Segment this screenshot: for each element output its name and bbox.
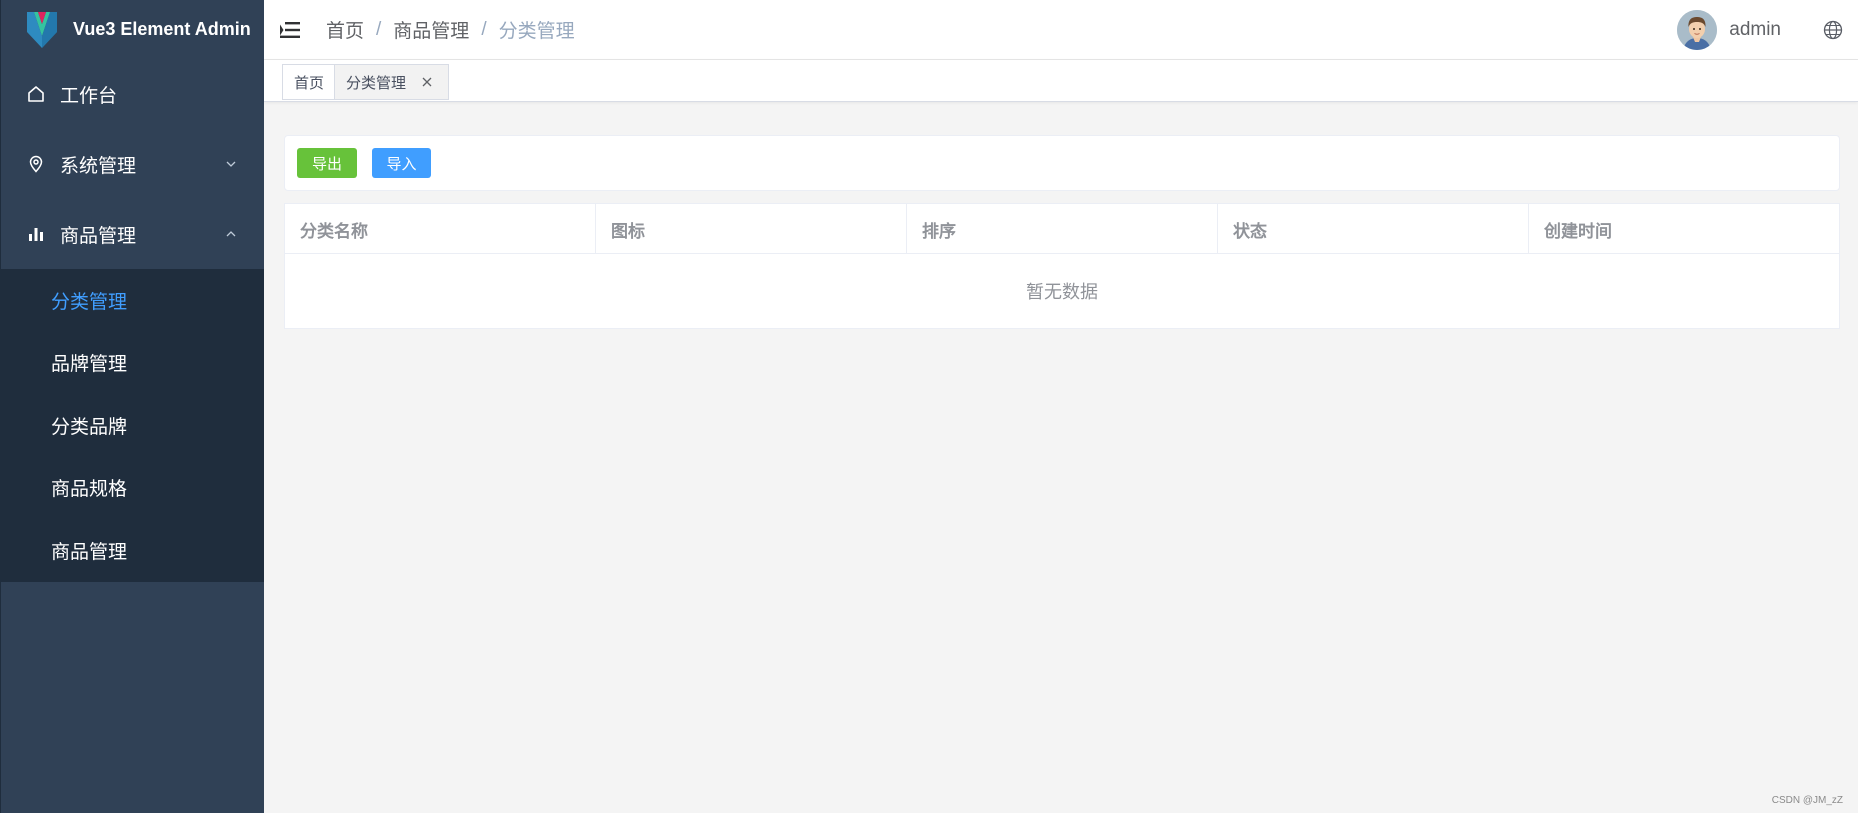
import-button[interactable]: 导入 — [372, 148, 431, 178]
breadcrumb-separator: / — [481, 18, 487, 40]
watermark: CSDN @JM_zZ — [1771, 795, 1843, 806]
chevron-down-icon — [224, 157, 238, 171]
submenu-item-label: 商品规格 — [51, 479, 128, 501]
close-icon[interactable] — [420, 75, 434, 89]
column-header-icon[interactable]: 图标 — [596, 204, 907, 254]
column-header-status[interactable]: 状态 — [1218, 204, 1529, 254]
location-icon — [26, 154, 46, 174]
export-button[interactable]: 导出 — [297, 148, 357, 178]
logo[interactable]: Vue3 Element Admin — [1, 0, 264, 59]
sidebar-item-label: 工作台 — [60, 85, 118, 107]
empty-text: 暂无数据 — [1026, 282, 1098, 302]
submenu-item-spec[interactable]: 商品规格 — [1, 457, 264, 520]
sidebar: Vue3 Element Admin 工作台 系统管理 商品管理 分类管理 品牌… — [0, 0, 264, 813]
breadcrumb-separator: / — [376, 18, 382, 40]
tags-view: 首页 分类管理 — [264, 60, 1858, 102]
category-table: 分类名称 图标 排序 状态 创建时间 暂无数据 — [284, 203, 1840, 329]
submenu-item-label: 商品管理 — [51, 541, 128, 563]
submenu-item-brand[interactable]: 品牌管理 — [1, 332, 264, 395]
breadcrumb: 首页 / 商品管理 / 分类管理 — [326, 16, 575, 43]
navbar-right: admin — [1677, 0, 1858, 60]
sidebar-item-dashboard[interactable]: 工作台 — [1, 59, 264, 129]
bar-chart-icon — [26, 224, 46, 244]
sidebar-item-system[interactable]: 系统管理 — [1, 129, 264, 199]
breadcrumb-current: 分类管理 — [498, 21, 575, 42]
tag-label: 首页 — [294, 74, 325, 92]
column-header-name[interactable]: 分类名称 — [285, 204, 596, 254]
chevron-up-icon — [224, 227, 238, 241]
submenu-item-category-brand[interactable]: 分类品牌 — [1, 394, 264, 457]
products-submenu: 分类管理 品牌管理 分类品牌 商品规格 商品管理 — [1, 269, 264, 582]
toolbar-card: 导出 导入 — [284, 135, 1840, 191]
home-icon — [26, 84, 46, 104]
sidebar-item-label: 系统管理 — [60, 155, 137, 177]
submenu-item-label: 分类管理 — [51, 291, 128, 313]
navbar: 首页 / 商品管理 / 分类管理 admin — [264, 0, 1858, 60]
sidebar-item-products[interactable]: 商品管理 — [1, 199, 264, 269]
app-title: Vue3 Element Admin — [73, 19, 251, 39]
globe-icon[interactable] — [1821, 18, 1845, 42]
table-header: 分类名称 图标 排序 状态 创建时间 — [285, 204, 1839, 254]
sidebar-item-label: 商品管理 — [60, 225, 137, 247]
tag-home[interactable]: 首页 — [282, 64, 337, 100]
tag-category[interactable]: 分类管理 — [334, 64, 450, 100]
column-header-created[interactable]: 创建时间 — [1529, 204, 1839, 254]
hamburger-icon[interactable] — [277, 17, 303, 43]
column-header-sort[interactable]: 排序 — [907, 204, 1218, 254]
submenu-item-product[interactable]: 商品管理 — [1, 519, 264, 582]
submenu-item-label: 品牌管理 — [51, 354, 128, 376]
submenu-item-category[interactable]: 分类管理 — [1, 269, 264, 332]
breadcrumb-products[interactable]: 商品管理 — [393, 16, 469, 43]
username[interactable]: admin — [1729, 19, 1781, 41]
avatar[interactable] — [1677, 10, 1718, 50]
submenu-item-label: 分类品牌 — [51, 416, 128, 438]
breadcrumb-home[interactable]: 首页 — [326, 16, 364, 43]
tag-label: 分类管理 — [346, 74, 407, 92]
logo-icon — [27, 11, 57, 48]
